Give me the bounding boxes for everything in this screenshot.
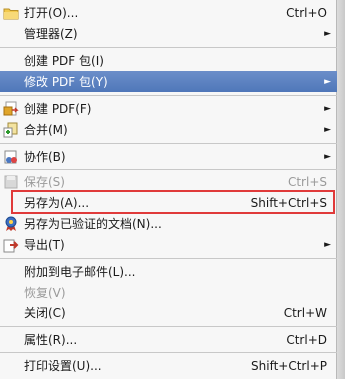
menu-item-open[interactable]: 打开(O)... Ctrl+O	[0, 2, 337, 23]
submenu-arrow-icon: ►	[324, 28, 331, 39]
menu-item-label: 保存(S)	[24, 175, 65, 189]
menu-item-label: 属性(R)...	[24, 333, 78, 347]
menu-item-shortcut: Ctrl+D	[286, 332, 327, 347]
menu-item-save-as-certified[interactable]: 另存为已验证的文档(N)...	[0, 213, 337, 234]
menu-item-modify-pdf-package[interactable]: 修改 PDF 包(Y) ►	[0, 71, 337, 92]
menu-separator	[0, 95, 337, 96]
menu-item-close[interactable]: 关闭(C) Ctrl+W	[0, 302, 337, 323]
save-icon	[3, 174, 19, 190]
submenu-arrow-icon: ►	[324, 103, 331, 114]
merge-icon	[3, 122, 19, 138]
menu-item-print-setup[interactable]: 打印设置(U)... Shift+Ctrl+P	[0, 355, 337, 376]
submenu-arrow-icon: ►	[324, 124, 331, 135]
menu-item-shortcut: Ctrl+W	[283, 305, 327, 320]
menu-item-label: 创建 PDF(F)	[24, 102, 92, 116]
collaborate-icon	[3, 149, 19, 165]
menu-item-save[interactable]: 保存(S) Ctrl+S	[0, 171, 337, 192]
menu-item-label: 恢复(V)	[24, 286, 66, 300]
menu-item-label: 另存为已验证的文档(N)...	[24, 217, 162, 231]
menu-item-combine[interactable]: 合并(M) ►	[0, 119, 337, 140]
certified-ribbon-icon	[3, 216, 19, 232]
submenu-arrow-icon: ►	[324, 76, 331, 87]
create-pdf-icon	[3, 101, 19, 117]
menu-item-label: 附加到电子邮件(L)...	[24, 265, 136, 279]
menu-item-create-pdf[interactable]: 创建 PDF(F) ►	[0, 98, 337, 119]
menu-separator	[0, 169, 337, 170]
menu-item-label: 导出(T)	[24, 238, 65, 252]
menu-item-organizer[interactable]: 管理器(Z) ►	[0, 23, 337, 44]
export-icon	[3, 237, 19, 253]
menu-item-save-as[interactable]: 另存为(A)... Shift+Ctrl+S	[0, 192, 337, 213]
menu-separator	[0, 258, 337, 259]
menu-item-collaborate[interactable]: 协作(B) ►	[0, 146, 337, 167]
menu-separator	[0, 47, 337, 48]
submenu-arrow-icon: ►	[324, 239, 331, 250]
menu-item-properties[interactable]: 属性(R)... Ctrl+D	[0, 329, 337, 350]
menu-item-revert[interactable]: 恢复(V)	[0, 282, 337, 303]
menu-separator	[0, 326, 337, 327]
menu-item-shortcut: Ctrl+S	[287, 174, 327, 189]
menu-separator	[0, 143, 337, 144]
folder-icon	[3, 5, 19, 21]
menu-item-label: 打开(O)...	[24, 6, 79, 20]
menu-side-strip	[336, 0, 345, 379]
menu-item-label: 修改 PDF 包(Y)	[24, 75, 108, 89]
menu-item-label: 管理器(Z)	[24, 27, 78, 41]
menu-item-attach-to-email[interactable]: 附加到电子邮件(L)...	[0, 261, 337, 282]
menu-item-export[interactable]: 导出(T) ►	[0, 234, 337, 255]
menu-item-label: 打印设置(U)...	[24, 359, 102, 373]
menu-item-label: 协作(B)	[24, 150, 66, 164]
menu-item-label: 创建 PDF 包(I)	[24, 54, 104, 68]
menu-item-shortcut: Shift+Ctrl+P	[251, 358, 327, 373]
menu-item-shortcut: Shift+Ctrl+S	[250, 195, 327, 210]
menu-item-label: 合并(M)	[24, 123, 68, 137]
menu-separator	[0, 352, 337, 353]
menu-item-label: 关闭(C)	[24, 306, 66, 320]
menu-item-create-pdf-package[interactable]: 创建 PDF 包(I)	[0, 50, 337, 71]
menu-item-shortcut: Ctrl+O	[286, 5, 327, 20]
submenu-arrow-icon: ►	[324, 151, 331, 162]
menu-item-label: 另存为(A)...	[24, 196, 90, 210]
file-menu: 打开(O)... Ctrl+O 管理器(Z) ► 创建 PDF 包(I) 修改 …	[0, 0, 345, 379]
